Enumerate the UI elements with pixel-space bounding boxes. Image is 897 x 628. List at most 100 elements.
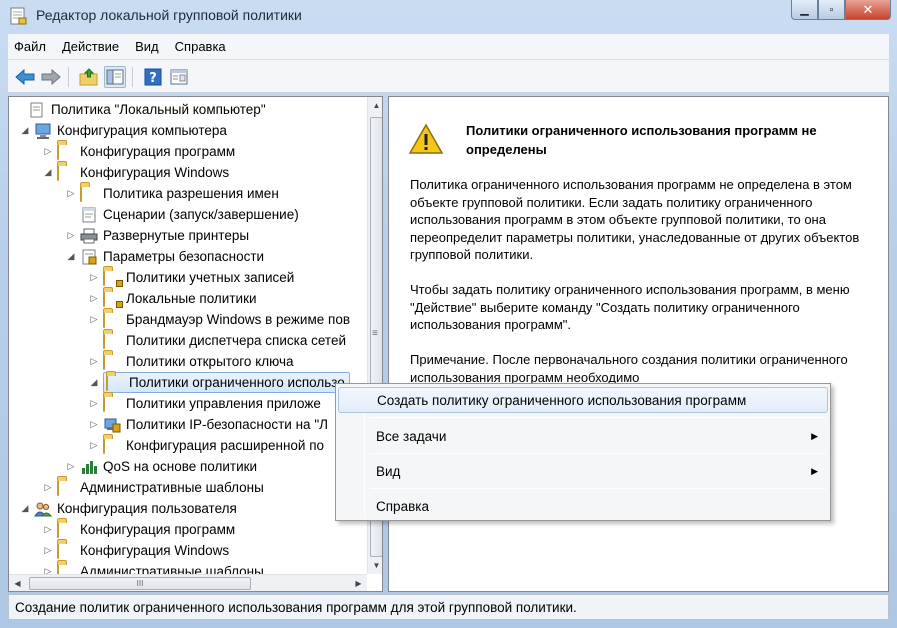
context-item-help[interactable]: Справка <box>338 493 828 519</box>
tree-item-label: Конфигурация программ <box>80 522 236 537</box>
context-item-label: Создать политику ограниченного использов… <box>377 392 747 408</box>
ip-security-icon <box>104 418 121 432</box>
tree-item-label: Развернутые принтеры <box>103 228 250 243</box>
status-bar: Создание политик ограниченного использов… <box>8 594 889 620</box>
tree-item-account-policies[interactable]: ▷ Политики учетных записей <box>88 267 294 288</box>
tree-item-deployed-printers[interactable]: ▷ Развернутые принтеры <box>65 225 249 246</box>
scroll-up-arrow-icon[interactable]: ▲ <box>368 97 382 114</box>
context-menu: Создать политику ограниченного использов… <box>335 383 831 521</box>
up-folder-icon <box>79 68 98 86</box>
tree-expander[interactable]: ▷ <box>88 314 100 325</box>
tree-item-public-key-policies[interactable]: ▷ Политики открытого ключа <box>88 351 294 372</box>
menu-action[interactable]: Действие <box>54 39 127 54</box>
tree-item-user-software-settings[interactable]: ▷ Конфигурация программ <box>42 519 235 540</box>
tree-item-user-windows-settings[interactable]: ▷ Конфигурация Windows <box>42 540 229 561</box>
tree-expander[interactable]: ◢ <box>19 503 31 514</box>
tree-item-label: Конфигурация пользователя <box>57 501 237 516</box>
back-button[interactable] <box>14 66 36 88</box>
tree-item-windows-settings[interactable]: ◢ Конфигурация Windows <box>42 162 229 183</box>
scroll-left-arrow-icon[interactable]: ◀ <box>9 575 26 591</box>
status-text: Создание политик ограниченного использов… <box>15 599 577 615</box>
context-menu-separator <box>370 488 826 489</box>
submenu-arrow-icon: ▶ <box>811 430 818 441</box>
tree-expander[interactable]: ▷ <box>65 461 77 472</box>
scroll-grip-icon: ≡ <box>372 328 378 339</box>
folder-icon <box>103 352 121 370</box>
warning-icon <box>408 123 444 154</box>
context-item-label: Все задачи <box>376 428 447 444</box>
tree-expander[interactable]: ▷ <box>42 482 54 493</box>
policy-editor-icon <box>10 7 27 25</box>
forward-button[interactable] <box>40 66 62 88</box>
scroll-right-arrow-icon[interactable]: ▶ <box>350 575 367 591</box>
tree-item-ip-security-policies[interactable]: ▷ Политики IP-безопасности на "Л <box>88 414 328 435</box>
title-bar[interactable]: Редактор локальной групповой политики ▁ … <box>0 0 897 34</box>
chart-icon <box>82 460 97 474</box>
tree-expander[interactable]: ◢ <box>88 377 100 388</box>
tree-expander[interactable]: ▷ <box>88 440 100 451</box>
tree-item-local-policies[interactable]: ▷ Локальные политики <box>88 288 257 309</box>
svg-text:?: ? <box>149 71 157 86</box>
menu-view[interactable]: Вид <box>127 39 167 54</box>
tree-expander[interactable]: ▷ <box>42 545 54 556</box>
tree-expander[interactable]: ▷ <box>65 188 77 199</box>
context-item-all-tasks[interactable]: Все задачи ▶ <box>338 423 828 449</box>
help-button[interactable]: ? <box>142 66 164 88</box>
tree-expander[interactable]: ▷ <box>88 398 100 409</box>
tree-item-software-restriction-policies[interactable]: ◢ Политики ограниченного использо <box>88 372 350 393</box>
tree-item-computer-configuration[interactable]: ◢ Конфигурация компьютера <box>19 120 227 141</box>
tree-expander[interactable]: ▷ <box>88 272 100 283</box>
tree-expander[interactable]: ▷ <box>65 230 77 241</box>
folder-icon <box>57 520 75 538</box>
properties-button[interactable] <box>168 66 190 88</box>
close-button[interactable]: ✕ <box>845 0 891 20</box>
tree-item-software-settings[interactable]: ▷ Конфигурация программ <box>42 141 235 162</box>
tree-item-security-settings[interactable]: ◢ Параметры безопасности <box>65 246 264 267</box>
help-icon: ? <box>144 68 162 86</box>
context-item-create-policy[interactable]: Создать политику ограниченного использов… <box>338 387 828 413</box>
caption-buttons: ▁ ▫ ✕ <box>791 0 891 22</box>
context-item-label: Вид <box>376 463 401 479</box>
tree-item-label: Административные шаблоны <box>80 480 264 495</box>
tree-expander[interactable]: ▷ <box>42 566 54 574</box>
tree-item-advanced-audit[interactable]: ▷ Конфигурация расширенной по <box>88 435 324 456</box>
console-tree-pane: Политика "Локальный компьютер" ◢ Конфигу… <box>8 96 383 592</box>
show-hide-tree-button[interactable] <box>104 66 126 88</box>
up-folder-button[interactable] <box>78 66 100 88</box>
scroll-down-arrow-icon[interactable]: ▼ <box>368 557 382 574</box>
tree-item-label: Политика разрешения имен <box>103 186 279 201</box>
tree-item-network-list-manager[interactable]: Политики диспетчера списка сетей <box>88 330 346 351</box>
toolbar-separator <box>68 67 69 87</box>
menu-file[interactable]: Файл <box>8 39 54 54</box>
tree-item-local-computer-policy[interactable]: Политика "Локальный компьютер" <box>13 99 266 120</box>
tree-expander[interactable]: ▷ <box>88 293 100 304</box>
tree-expander[interactable]: ◢ <box>19 125 31 136</box>
tree-expander[interactable]: ▷ <box>88 356 100 367</box>
tree-item-application-control[interactable]: ▷ Политики управления приложе <box>88 393 321 414</box>
tree-item-scripts[interactable]: Сценарии (запуск/завершение) <box>65 204 299 225</box>
tree-item-user-admin-templates[interactable]: ▷ Административные шаблоны <box>42 561 264 574</box>
tree-item-user-configuration[interactable]: ◢ Конфигурация пользователя <box>19 498 237 519</box>
maximize-button[interactable]: ▫ <box>818 0 845 20</box>
tree-expander[interactable]: ▷ <box>42 146 54 157</box>
tree-item-name-resolution-policy[interactable]: ▷ Политика разрешения имен <box>65 183 279 204</box>
tree-horizontal-scrollbar[interactable]: ◀ III ▶ <box>9 574 367 591</box>
tree-item-qos-policy[interactable]: ▷ QoS на основе политики <box>65 456 258 477</box>
tree-item-label: Конфигурация Windows <box>80 165 230 180</box>
tree-item-label: Брандмауэр Windows в режиме пов <box>126 312 350 327</box>
tree-item-windows-firewall[interactable]: ▷ Брандмауэр Windows в режиме пов <box>88 309 350 330</box>
tree-expander[interactable]: ◢ <box>65 251 77 262</box>
tree-expander[interactable]: ▷ <box>42 524 54 535</box>
tree-expander[interactable]: ◢ <box>42 167 54 178</box>
folder-icon <box>103 331 121 349</box>
script-icon <box>82 207 96 222</box>
tree-item-admin-templates[interactable]: ▷ Административные шаблоны <box>42 477 264 498</box>
folder-icon <box>57 142 75 160</box>
tree-expander[interactable]: ▷ <box>88 419 100 430</box>
menu-help[interactable]: Справка <box>167 39 234 54</box>
submenu-arrow-icon: ▶ <box>811 465 818 476</box>
console-tree: Политика "Локальный компьютер" ◢ Конфигу… <box>9 97 367 574</box>
context-item-view[interactable]: Вид ▶ <box>338 458 828 484</box>
minimize-button[interactable]: ▁ <box>791 0 818 20</box>
tree-horizontal-scroll-thumb[interactable]: III <box>29 577 251 590</box>
